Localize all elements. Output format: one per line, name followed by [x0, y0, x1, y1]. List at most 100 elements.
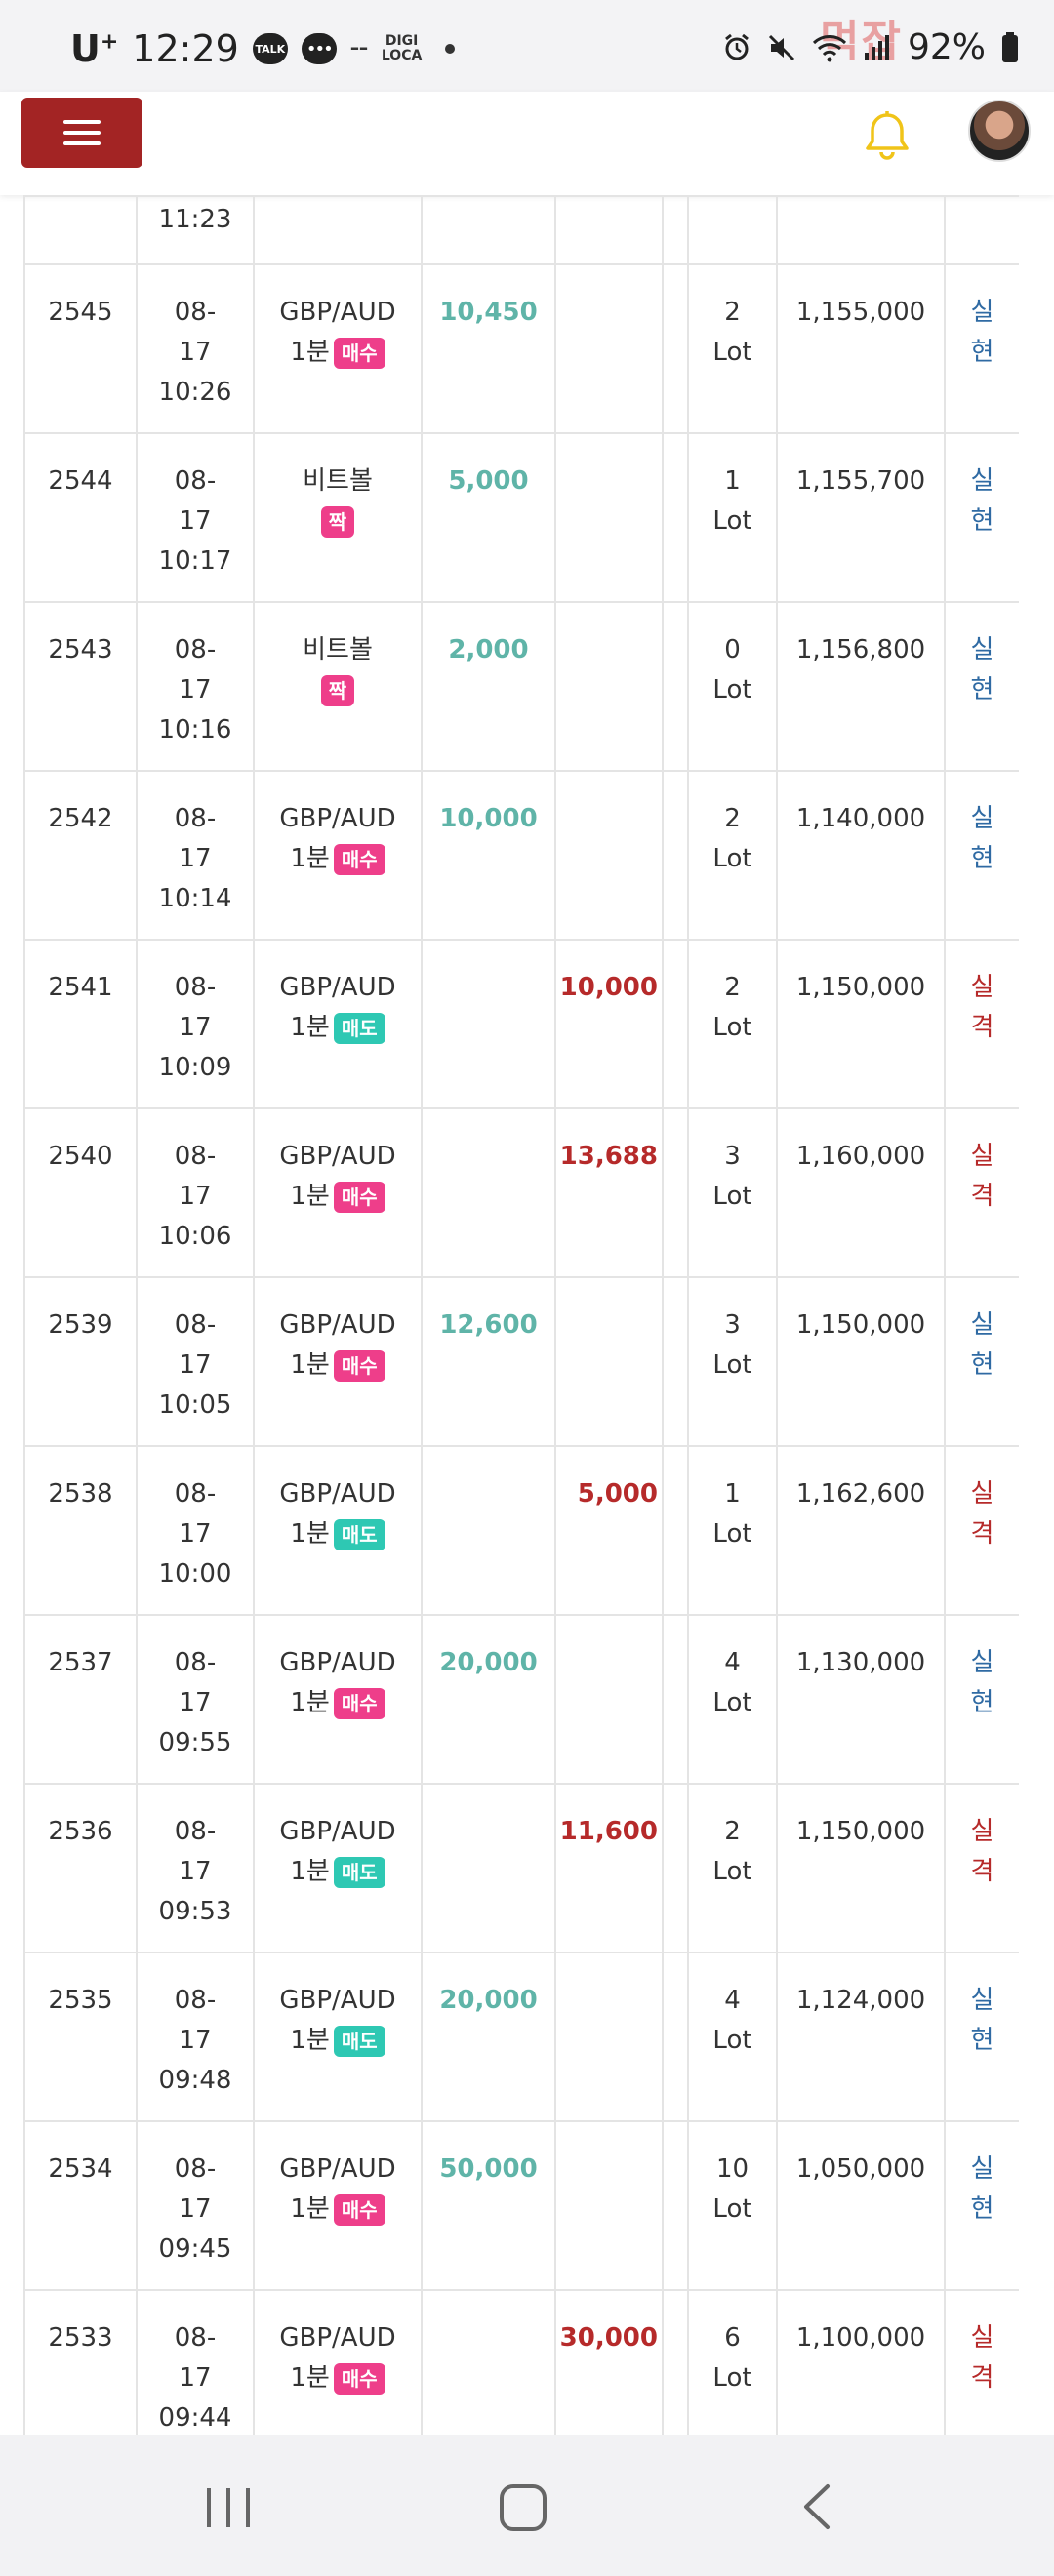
cell-profit: 2,000: [421, 601, 556, 772]
item-period: 1분: [290, 1013, 330, 1042]
cell-loss: 5,000: [554, 1445, 664, 1616]
item-name: GBP/AUD: [279, 1142, 396, 1171]
home-icon[interactable]: [500, 2484, 547, 2531]
cell-profit: [421, 1107, 556, 1278]
item-period: 1분: [290, 1688, 330, 1717]
table-row: 2538 08- 17 10:00 GBP/AUD 1분 매도 5,000 1 Lot 1,162,…: [23, 1445, 1019, 1616]
cell-balance: 1,160,000: [776, 1107, 946, 1278]
cell-balance: 1,162,600: [776, 1445, 946, 1616]
signal-icon: [864, 34, 889, 60]
cell-number: 2540: [23, 1107, 138, 1278]
cell-lot: 4 Lot: [687, 1614, 778, 1785]
cell-profit: [421, 1783, 556, 1953]
cell-result[interactable]: 실현: [944, 601, 1019, 772]
item-name: 비트볼: [303, 466, 373, 496]
menu-button[interactable]: [21, 98, 142, 168]
cell-item: GBP/AUD 1분 매수: [253, 263, 423, 434]
back-icon[interactable]: [800, 2482, 833, 2531]
cell-profit: 12,600: [421, 1276, 556, 1447]
cell-datetime: 08- 17 09:53: [136, 1783, 255, 1953]
table-row: 2542 08- 17 10:14 GBP/AUD 1분 매수 10,000 2 Lot 1,140…: [23, 770, 1019, 941]
cell-balance: 1,124,000: [776, 1952, 946, 2122]
item-period: 1분: [290, 2363, 330, 2393]
status-right: 92%: [722, 27, 1019, 67]
cell-profit: [421, 939, 556, 1109]
cell-result[interactable]: 실현: [944, 1614, 1019, 1785]
item-name: GBP/AUD: [279, 804, 396, 833]
bell-icon[interactable]: [863, 109, 912, 160]
cell-item: GBP/AUD 1분 매수: [253, 2289, 423, 2435]
cell-item: GBP/AUD 1분 매도: [253, 1445, 423, 1616]
side-badge: 매도: [333, 1518, 385, 1550]
cell-item: GBP/AUD 1분 매도: [253, 939, 423, 1109]
cell-result[interactable]: 실격: [944, 2289, 1019, 2435]
cell-number: 2539: [23, 1276, 138, 1447]
cell-spacer: [662, 1952, 689, 2122]
trade-history-table: 11:23 2545 08- 17 10:26 GBP/AUD 1분 매수 10,450 2 Lo…: [23, 195, 1019, 2435]
cell-datetime: 08- 17 10:06: [136, 1107, 255, 1278]
side-badge: 매수: [333, 1687, 385, 1719]
cell-balance: 1,100,000: [776, 2289, 946, 2435]
more-notifications-icon: [445, 44, 456, 54]
item-name: GBP/AUD: [279, 2323, 396, 2353]
cell-item: GBP/AUD 1분 매도: [253, 1783, 423, 1953]
cell-result[interactable]: 실현: [944, 263, 1019, 434]
cell-lot: 4 Lot: [687, 1952, 778, 2122]
cell-datetime: 08- 17 10:05: [136, 1276, 255, 1447]
cell-result[interactable]: 실격: [944, 1445, 1019, 1616]
cell-balance: 1,150,000: [776, 1783, 946, 1953]
hamburger-icon: [63, 120, 101, 124]
alarm-icon: [725, 33, 749, 60]
notification-icon: ╌: [349, 31, 368, 66]
cell-lot: 1 Lot: [687, 432, 778, 603]
side-badge: 매도: [333, 1012, 385, 1044]
item-name: GBP/AUD: [279, 1817, 396, 1846]
cell-lot: 3 Lot: [687, 1107, 778, 1278]
cell-item: GBP/AUD 1분 매수: [253, 2120, 423, 2291]
cell-profit: 20,000: [421, 1614, 556, 1785]
cell-loss: [554, 1952, 664, 2122]
mute-icon: [768, 34, 795, 60]
cell-result[interactable]: 실현: [944, 1276, 1019, 1447]
cell-time: 11:23: [136, 195, 255, 265]
cell-result[interactable]: 실현: [944, 1952, 1019, 2122]
cell-spacer: [662, 2289, 689, 2435]
table-row: 2534 08- 17 09:45 GBP/AUD 1분 매수 50,000 10 Lot 1,05…: [23, 2120, 1019, 2291]
cell-spacer: [662, 1107, 689, 1278]
wifi-icon: [812, 34, 847, 61]
cell-profit: 20,000: [421, 1952, 556, 2122]
cell-spacer: [662, 2120, 689, 2291]
cell-result[interactable]: 실격: [944, 1783, 1019, 1953]
battery-percent: 92%: [907, 27, 986, 67]
item-period: 1분: [290, 2194, 330, 2224]
cell-loss: 13,688: [554, 1107, 664, 1278]
cell-spacer: [662, 939, 689, 1109]
cell-datetime: 08- 17 10:26: [136, 263, 255, 434]
table-row: 2535 08- 17 09:48 GBP/AUD 1분 매도 20,000 4 Lot 1,124…: [23, 1952, 1019, 2122]
recent-apps-icon[interactable]: [207, 2488, 250, 2527]
item-name: GBP/AUD: [279, 1648, 396, 1677]
table-row: 2537 08- 17 09:55 GBP/AUD 1분 매수 20,000 4 Lot 1,130…: [23, 1614, 1019, 1785]
item-period: 1분: [290, 338, 330, 367]
cell-balance: 1,140,000: [776, 770, 946, 941]
cell-result[interactable]: 실격: [944, 939, 1019, 1109]
item-period: 1분: [290, 1350, 330, 1380]
cell-result[interactable]: 실현: [944, 770, 1019, 941]
cell-datetime: 08- 17 10:17: [136, 432, 255, 603]
cell-datetime: 08- 17 10:09: [136, 939, 255, 1109]
cell-spacer: [662, 1614, 689, 1785]
cell-profit: 50,000: [421, 2120, 556, 2291]
digiloca-icon: DIGI LOCA: [381, 33, 423, 63]
cell-result[interactable]: 실현: [944, 2120, 1019, 2291]
cell-item: 비트볼 짝: [253, 432, 423, 603]
avatar[interactable]: [968, 100, 1031, 162]
cell-item: GBP/AUD 1분 매수: [253, 770, 423, 941]
item-name: GBP/AUD: [279, 1986, 396, 2015]
cell-datetime: 08- 17 09:45: [136, 2120, 255, 2291]
status-bar: U+ 12:29 TALK ••• ╌ DIGI LOCA 먹잡 92%: [0, 0, 1054, 92]
cell-result[interactable]: 실현: [944, 432, 1019, 603]
cell-spacer: [662, 770, 689, 941]
side-badge: 매도: [333, 1856, 385, 1888]
cell-result[interactable]: 실격: [944, 1107, 1019, 1278]
cell-loss: [554, 770, 664, 941]
